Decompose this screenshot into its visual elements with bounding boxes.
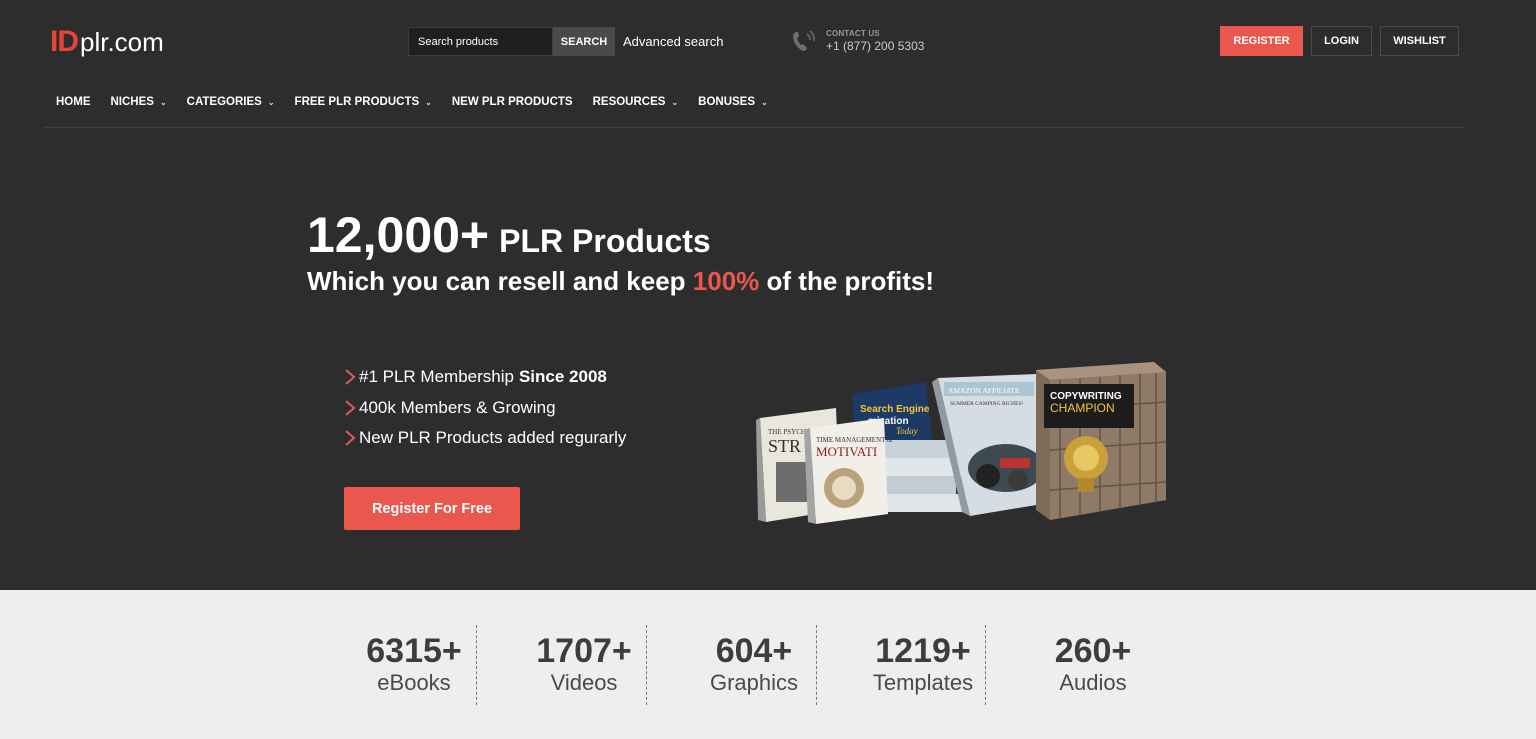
nav-bonuses[interactable]: BONUSES ⌄ <box>698 88 768 108</box>
nav-home-label: HOME <box>56 96 91 108</box>
product-label: SUMMER CAMPING RICHES! <box>950 401 1024 407</box>
bullet-bold: Since 2008 <box>518 367 607 387</box>
site-logo[interactable]: ID plr.com <box>50 25 164 58</box>
stat-number: 260+ <box>1054 632 1132 670</box>
stat-number: 6315+ <box>366 632 462 670</box>
nav-resources-label: RESOURCES <box>592 96 666 108</box>
advanced-search-link[interactable]: Advanced search <box>623 34 723 49</box>
stats-bar: 6315+ eBooks 1707+ Videos 604+ Graphics … <box>0 590 1536 739</box>
chevron-down-icon: ⌄ <box>159 97 167 107</box>
stat-number: 1219+ <box>875 632 971 670</box>
logo-id: ID <box>50 25 79 58</box>
product-label: MOTIVATI <box>816 444 877 459</box>
search-bar: SEARCH Advanced search <box>408 27 723 56</box>
bullet-text: #1 PLR Membership <box>359 367 514 387</box>
main-nav: HOME NICHES ⌄ CATEGORIES ⌄ FREE PLR PRODUC… <box>44 88 1464 128</box>
hero-count: 12,000+ <box>307 207 490 263</box>
stat-ebooks: 6315+ eBooks <box>329 625 499 705</box>
chevron-right-icon <box>345 430 356 447</box>
chevron-down-icon: ⌄ <box>671 97 679 107</box>
product-label: STR <box>768 436 801 456</box>
nav-niches[interactable]: NICHES ⌄ <box>111 88 167 108</box>
chevron-down-icon: ⌄ <box>761 97 768 107</box>
product-label: THE PSYCH <box>768 428 806 436</box>
product-label: AMAZON AFFILIATE <box>948 386 1020 395</box>
search-button[interactable]: SEARCH <box>553 27 615 56</box>
list-item: #1 PLR Membership Since 2008 <box>344 362 626 393</box>
nav-bonuses-label: BONUSES <box>698 96 756 108</box>
nav-categories[interactable]: CATEGORIES ⌄ <box>187 88 275 108</box>
hero-sub-post: of the profits! <box>759 266 935 296</box>
register-button[interactable]: REGISTER <box>1220 26 1303 56</box>
stat-graphics: 604+ Graphics <box>669 625 839 705</box>
nav-home[interactable]: HOME <box>56 88 91 108</box>
nav-categories-label: CATEGORIES <box>186 96 262 108</box>
chevron-down-icon: ⌄ <box>425 97 432 107</box>
logo-text: plr.com <box>80 26 164 57</box>
nav-free-plr-label: FREE PLR PRODUCTS <box>294 96 420 108</box>
stat-label: Graphics <box>709 670 799 695</box>
header: ID plr.com SEARCH Advanced search CONTAC… <box>0 0 1536 80</box>
product-label: Search Engine <box>860 404 930 415</box>
phone-icon <box>793 30 815 51</box>
stat-divider <box>985 625 986 705</box>
stat-number: 1707+ <box>536 632 632 670</box>
hero-subtitle: Which you can resell and keep 100% of th… <box>307 266 934 297</box>
bullet-text: New PLR Products added regurarly <box>359 428 627 448</box>
stat-label: Audios <box>1059 670 1127 695</box>
search-input[interactable] <box>408 27 553 56</box>
contact-label: CONTACT US <box>826 29 880 38</box>
bullet-text: 400k Members & Growing <box>359 397 556 417</box>
hero-sub-pre: Which you can resell and keep <box>307 266 693 296</box>
nav-free-plr-products[interactable]: FREE PLR PRODUCTS ⌄ <box>295 88 432 108</box>
login-button[interactable]: LOGIN <box>1311 26 1372 56</box>
ebook-cover-time-management: TIME MANAGEMENT & MOTIVATI <box>804 418 893 524</box>
nav-new-plr-products[interactable]: NEW PLR PRODUCTS <box>452 88 573 108</box>
contact-phone[interactable]: +1 (877) 200 5303 <box>826 39 924 53</box>
stat-label: Templates <box>872 670 974 695</box>
contact-info: CONTACT US +1 (877) 200 5303 <box>790 28 924 54</box>
stat-divider <box>476 625 477 705</box>
nav-new-plr-label: NEW PLR PRODUCTS <box>451 96 573 108</box>
stat-label: eBooks <box>377 670 451 695</box>
hero-sub-highlight: 100% <box>692 266 760 296</box>
chevron-down-icon: ⌄ <box>267 97 275 107</box>
register-for-free-button[interactable]: Register For Free <box>344 487 520 530</box>
stat-divider <box>816 625 817 705</box>
nav-resources[interactable]: RESOURCES ⌄ <box>593 88 679 108</box>
product-label: Today <box>896 426 918 436</box>
list-item: 400k Members & Growing <box>344 393 626 424</box>
chevron-right-icon <box>345 369 356 386</box>
header-buttons: REGISTER LOGIN WISHLIST <box>1220 26 1459 56</box>
stat-label: Videos <box>550 670 618 695</box>
hero-title-text: PLR Products <box>499 223 711 259</box>
stat-divider <box>646 625 647 705</box>
stat-videos: 1707+ Videos <box>499 625 669 705</box>
product-label: CHAMPION <box>1050 401 1115 415</box>
product-label: TIME MANAGEMENT & <box>816 436 893 444</box>
stat-number: 604+ <box>715 632 793 670</box>
hero-title: 12,000+ PLR Products <box>307 206 711 264</box>
product-box-copywriting-champion: COPYWRITING CHAMPION <box>1036 362 1167 520</box>
product-bundle-image: THE PSYCH STR Search Engine mization Tod… <box>756 362 1167 524</box>
stat-templates: 1219+ Templates <box>838 625 1008 705</box>
nav-niches-label: NICHES <box>110 96 154 108</box>
wishlist-button[interactable]: WISHLIST <box>1380 26 1459 56</box>
chevron-right-icon <box>345 399 356 416</box>
list-item: New PLR Products added regurarly <box>344 423 626 454</box>
stat-audios: 260+ Audios <box>1008 625 1178 705</box>
feature-list: #1 PLR Membership Since 2008 400k Members… <box>344 362 626 454</box>
